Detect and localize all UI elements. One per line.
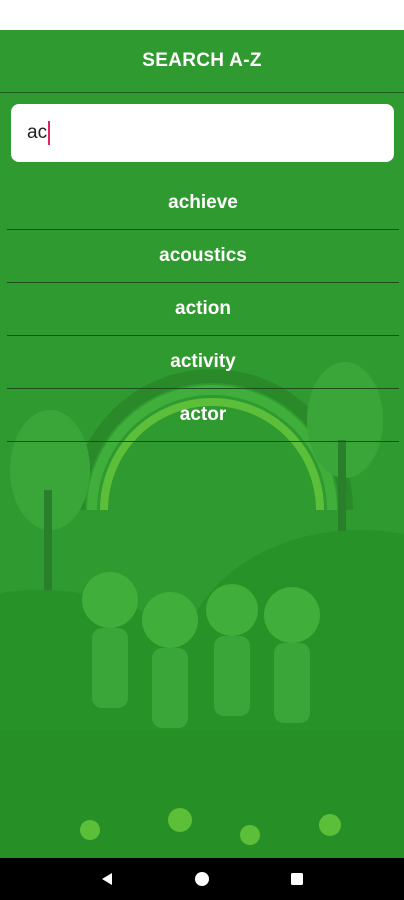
page-title: SEARCH A-Z [142,50,262,71]
recents-square-icon [290,873,303,885]
home-button[interactable] [187,864,217,894]
list-item[interactable]: achieve [7,177,399,230]
recents-button[interactable] [282,864,312,894]
search-input[interactable]: ac [27,122,47,144]
back-button[interactable] [92,864,122,894]
search-box[interactable]: ac [11,104,394,162]
list-item-label: acoustics [159,245,247,266]
home-circle-icon [194,872,209,886]
list-item[interactable]: actor [7,389,399,442]
header: SEARCH A-Z [0,30,404,93]
list-item-label: achieve [168,192,238,213]
navigation-bar [0,858,404,900]
back-triangle-icon [102,873,113,885]
list-item[interactable]: activity [7,336,399,389]
list-item-label: actor [179,404,227,425]
text-caret [48,121,51,145]
results-list: achieve acoustics action activity actor [7,177,399,442]
list-item-label: activity [170,351,236,372]
list-item[interactable]: acoustics [7,230,399,283]
app-screen: SEARCH A-Z ac achieve acoustics action a… [0,0,404,900]
list-item[interactable]: action [7,283,399,336]
status-bar [0,0,404,30]
list-item-label: action [175,298,231,319]
